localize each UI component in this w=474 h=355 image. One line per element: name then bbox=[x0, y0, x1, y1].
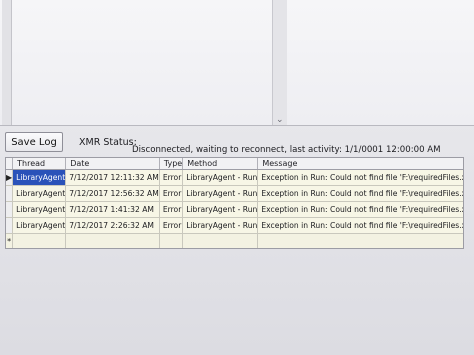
cell-method[interactable]: LibraryAgent - Run bbox=[182, 217, 259, 234]
cell-type[interactable]: Error bbox=[159, 201, 184, 218]
vertical-scrollbar[interactable]: ⌄ bbox=[272, 0, 287, 125]
column-header-method[interactable]: Method bbox=[182, 158, 259, 170]
column-header-message[interactable]: Message bbox=[257, 158, 463, 170]
cell-type[interactable]: Error bbox=[159, 185, 184, 202]
row-header[interactable]: ▶ bbox=[6, 169, 14, 186]
cell-date[interactable]: 7/12/2017 1:41:32 AM bbox=[65, 201, 160, 218]
save-log-button[interactable]: Save Log bbox=[5, 132, 63, 152]
cell-thread[interactable]: LibraryAgent bbox=[12, 217, 67, 234]
new-row[interactable]: * bbox=[6, 233, 463, 248]
table-row[interactable]: ▶ LibraryAgent 7/12/2017 12:11:32 AM Err… bbox=[6, 169, 463, 186]
log-table: Thread Date Type Method Message ▶ Librar… bbox=[6, 158, 463, 248]
cell-date[interactable]: 7/12/2017 2:26:32 AM bbox=[65, 217, 160, 234]
row-header[interactable] bbox=[6, 217, 14, 234]
cell-method[interactable] bbox=[182, 233, 259, 248]
cell-message[interactable]: Exception in Run: Could not find file 'F… bbox=[257, 217, 463, 234]
table-row[interactable]: LibraryAgent 7/12/2017 1:41:32 AM Error … bbox=[6, 201, 463, 218]
cell-message[interactable]: Exception in Run: Could not find file 'F… bbox=[257, 185, 463, 202]
table-row[interactable]: LibraryAgent 7/12/2017 2:26:32 AM Error … bbox=[6, 217, 463, 234]
cell-method[interactable]: LibraryAgent - Run bbox=[182, 185, 259, 202]
row-header[interactable] bbox=[6, 201, 14, 218]
row-pointer-icon: ▶ bbox=[6, 173, 13, 182]
log-grid[interactable]: Thread Date Type Method Message ▶ Librar… bbox=[5, 157, 464, 249]
column-header-thread[interactable]: Thread bbox=[12, 158, 67, 170]
cell-thread[interactable]: LibraryAgent bbox=[12, 185, 67, 202]
cell-method[interactable]: LibraryAgent - Run bbox=[182, 201, 259, 218]
cell-date[interactable] bbox=[65, 233, 160, 248]
cell-message[interactable] bbox=[257, 233, 463, 248]
row-header[interactable]: * bbox=[6, 233, 14, 248]
cell-date[interactable]: 7/12/2017 12:11:32 AM bbox=[65, 169, 160, 186]
cell-type[interactable]: Error bbox=[159, 169, 184, 186]
chevron-down-icon[interactable]: ⌄ bbox=[276, 115, 284, 125]
table-row[interactable]: LibraryAgent 7/12/2017 12:56:32 AM Error… bbox=[6, 185, 463, 202]
cell-thread[interactable] bbox=[12, 233, 67, 248]
xmr-status-text: Disconnected, waiting to reconnect, last… bbox=[132, 145, 441, 155]
xmr-status-label: XMR Status: bbox=[79, 137, 137, 148]
cell-thread[interactable]: LibraryAgent bbox=[12, 201, 67, 218]
log-text-area[interactable]: ⌄ bbox=[0, 0, 474, 126]
row-header-corner bbox=[6, 158, 14, 170]
cell-thread[interactable]: LibraryAgent bbox=[12, 169, 67, 186]
column-header-date[interactable]: Date bbox=[65, 158, 160, 170]
column-header-type[interactable]: Type bbox=[159, 158, 184, 170]
left-scrollbar[interactable] bbox=[2, 0, 12, 125]
cell-method[interactable]: LibraryAgent - Run bbox=[182, 169, 259, 186]
cell-message[interactable]: Exception in Run: Could not find file 'F… bbox=[257, 169, 463, 186]
cell-type[interactable] bbox=[159, 233, 184, 248]
cell-message[interactable]: Exception in Run: Could not find file 'F… bbox=[257, 201, 463, 218]
cell-date[interactable]: 7/12/2017 12:56:32 AM bbox=[65, 185, 160, 202]
header-row: Thread Date Type Method Message bbox=[6, 158, 463, 170]
cell-type[interactable]: Error bbox=[159, 217, 184, 234]
row-header[interactable] bbox=[6, 185, 14, 202]
